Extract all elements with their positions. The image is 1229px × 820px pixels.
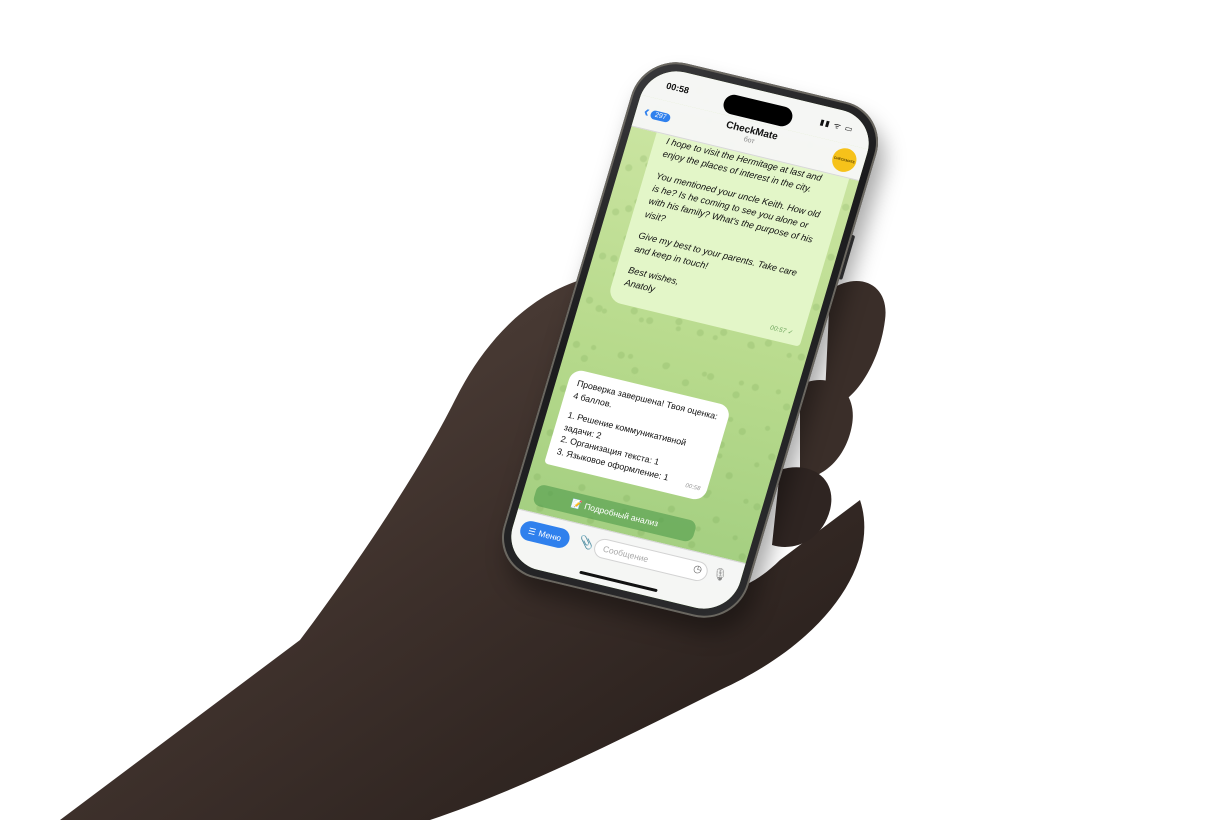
memo-icon: 📝 [570, 497, 584, 510]
message-time: 00:58 [684, 483, 701, 493]
incoming-message: Проверка завершена! Твоя оценка: 4 балло… [544, 368, 732, 502]
home-indicator [579, 570, 658, 593]
system-status-icons: ▮▮ ᯤ ▭ [818, 117, 855, 135]
inline-button-label: Подробный анализ [583, 501, 660, 529]
avatar-text: CHECKMATE [833, 155, 856, 165]
menu-icon: ☰ [527, 525, 538, 537]
menu-button-label: Меню [537, 528, 563, 544]
microphone-icon[interactable]: 🎙 [710, 566, 729, 583]
menu-button[interactable]: ☰ Меню [517, 519, 572, 550]
status-time: 00:58 [665, 80, 691, 96]
